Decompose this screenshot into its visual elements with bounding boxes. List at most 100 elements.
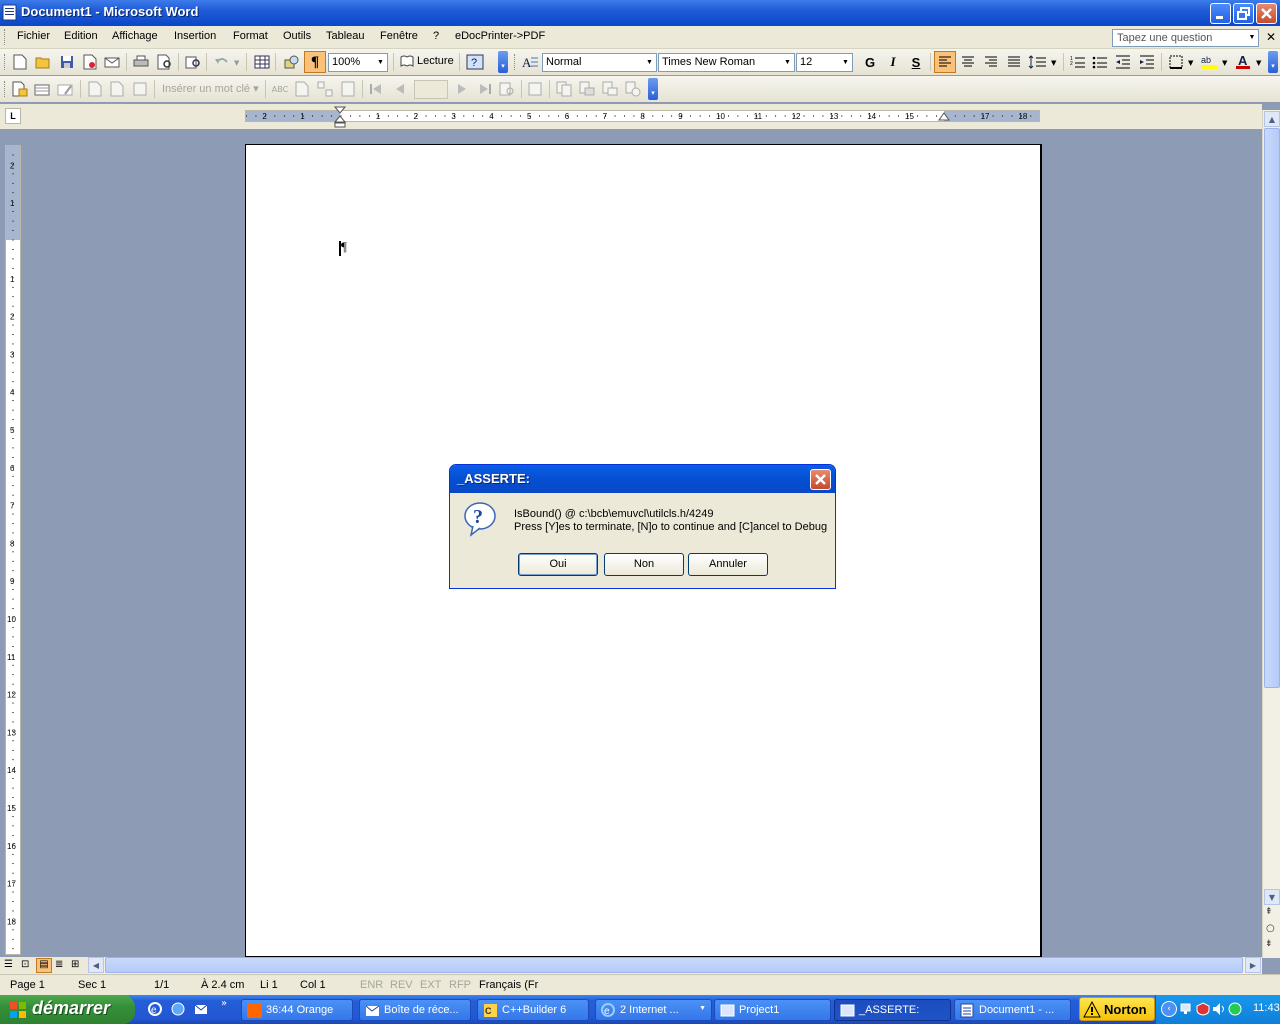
security-icon[interactable] (1196, 1002, 1210, 1016)
highlight-icon[interactable]: ab (1199, 52, 1219, 72)
network-icon[interactable] (1180, 1002, 1194, 1016)
underline-button[interactable]: S (906, 52, 926, 72)
previous-page-icon[interactable]: ⇞ (1265, 907, 1273, 917)
menu-insertion[interactable]: Insertion (174, 30, 216, 42)
reading-layout-button[interactable]: Lecture (400, 55, 454, 67)
style-dropdown-icon[interactable]: ▼ (643, 54, 656, 71)
dialog-title-bar[interactable]: _ASSERTE: (450, 465, 835, 493)
numbering-icon[interactable]: 12 (1068, 52, 1088, 72)
task-project1[interactable]: Project1 (714, 999, 831, 1021)
undo-icon[interactable] (212, 52, 232, 72)
scroll-left-icon[interactable]: ◀ (88, 957, 104, 973)
start-button[interactable]: démarrer (0, 995, 135, 1024)
borders-dropdown-icon[interactable]: ▼ (1188, 59, 1193, 67)
justify-icon[interactable] (1004, 52, 1024, 72)
menu-grip[interactable] (4, 29, 7, 45)
line-spacing-dropdown-icon[interactable]: ▼ (1051, 59, 1056, 67)
scroll-right-icon[interactable]: ▶ (1245, 957, 1261, 973)
propagate-labels-icon[interactable] (315, 79, 335, 99)
task-internet[interactable]: e 2 Internet ... ▼ (595, 999, 712, 1021)
menu-help[interactable]: ? (433, 30, 439, 42)
styles-pane-icon[interactable]: A (520, 52, 540, 72)
toolbar-grip[interactable] (4, 81, 7, 97)
reading-view-icon[interactable]: ⊞ (71, 959, 79, 970)
highlight-fields-icon[interactable]: ABC (270, 79, 290, 99)
research-icon[interactable] (183, 52, 203, 72)
permission-icon[interactable] (80, 52, 100, 72)
horizontal-ruler[interactable]: 2 1 1 2 3 4 5 6 7 8 9 10 11 12 13 14 15 17 18 (245, 110, 1040, 122)
toolbar-options-icon[interactable]: ▾ (648, 78, 658, 100)
borders-icon[interactable] (1166, 52, 1186, 72)
font-size-combo[interactable]: 12 ▼ (796, 53, 853, 72)
outline-view-icon[interactable]: ≣ (55, 959, 63, 970)
decrease-indent-icon[interactable] (1113, 52, 1133, 72)
tray-expand-icon[interactable]: ‹ (1161, 1001, 1177, 1017)
save-icon[interactable] (57, 52, 77, 72)
scroll-down-icon[interactable]: ▼ (1264, 889, 1280, 905)
merge-to-email-icon[interactable] (600, 79, 620, 99)
close-document-icon[interactable]: ✕ (1265, 30, 1277, 44)
non-button[interactable]: Non (604, 553, 684, 576)
undo-dropdown-icon[interactable]: ▼ (234, 59, 239, 67)
zoom-combo[interactable]: 100% ▼ (328, 53, 388, 72)
task-document1[interactable]: Document1 - ... (954, 999, 1071, 1021)
task-asserte[interactable]: _ASSERTE: (834, 999, 951, 1021)
recipients-icon[interactable] (32, 79, 52, 99)
vertical-scroll-thumb[interactable] (1264, 128, 1280, 688)
antivirus-icon[interactable] (1228, 1002, 1242, 1016)
menu-fenetre[interactable]: Fenêtre (380, 30, 418, 42)
menu-affichage[interactable]: Affichage (112, 30, 158, 42)
task-orange[interactable]: 36:44 Orange (241, 999, 353, 1021)
bullets-icon[interactable] (1090, 52, 1110, 72)
annuler-button[interactable]: Annuler (688, 553, 768, 576)
insert-greeting-icon[interactable] (107, 79, 127, 99)
menu-tableau[interactable]: Tableau (326, 30, 365, 42)
norton-button[interactable]: Norton (1079, 997, 1155, 1021)
highlight-dropdown-icon[interactable]: ▼ (1222, 59, 1227, 67)
word-icon[interactable] (2, 4, 18, 21)
restore-button[interactable] (1233, 3, 1254, 24)
align-center-icon[interactable] (958, 52, 978, 72)
align-left-icon[interactable] (934, 51, 956, 73)
style-combo[interactable]: Normal ▼ (542, 53, 657, 72)
minimize-button[interactable] (1210, 3, 1231, 24)
align-right-icon[interactable] (981, 52, 1001, 72)
web-view-icon[interactable]: ⊡ (21, 959, 29, 970)
task-cbuilder[interactable]: C C++Builder 6 (477, 999, 589, 1021)
new-document-icon[interactable] (10, 52, 30, 72)
title-bar[interactable]: Document1 - Microsoft Word (0, 0, 1280, 26)
normal-view-icon[interactable]: ☰ (4, 959, 13, 970)
help-assistant-icon[interactable]: ? (465, 52, 485, 72)
toolbar-options-icon[interactable]: ▾ (498, 51, 508, 73)
ask-dropdown-icon[interactable]: ▼ (1247, 31, 1257, 45)
quicklaunch-more-icon[interactable]: » (221, 998, 227, 1009)
font-color-dropdown-icon[interactable]: ▼ (1256, 59, 1261, 67)
clock[interactable]: 11:43 (1253, 1002, 1280, 1014)
quicklaunch-ie-icon[interactable]: e (147, 1001, 163, 1017)
merge-to-printer-icon[interactable] (577, 79, 597, 99)
font-dropdown-icon[interactable]: ▼ (781, 54, 794, 71)
horizontal-scroll-thumb[interactable] (105, 957, 1243, 973)
zoom-dropdown-icon[interactable]: ▼ (374, 54, 387, 71)
quicklaunch-outlook-icon[interactable] (193, 1001, 209, 1017)
oui-button[interactable]: Oui (518, 553, 598, 576)
toolbar-grip[interactable] (514, 54, 517, 70)
italic-button[interactable]: I (883, 52, 903, 72)
insert-block-icon[interactable] (130, 79, 150, 99)
menu-edocprinter[interactable]: eDocPrinter->PDF (455, 30, 545, 42)
close-button[interactable] (1256, 3, 1277, 24)
insert-field-dropdown[interactable]: Insérer un mot clé ▾ (162, 82, 259, 95)
print-layout-view-icon[interactable]: ▤ (36, 958, 52, 973)
right-indent-marker[interactable] (938, 112, 950, 122)
vertical-ruler[interactable]: 2 1 1 2 3 4 5 6 7 8 9 10 11 12 13 14 15 16 17 18 (5, 145, 21, 955)
ask-question-field[interactable]: Tapez une question ▼ (1112, 29, 1259, 47)
bold-button[interactable]: G (860, 52, 880, 72)
open-folder-icon[interactable] (33, 52, 53, 72)
status-record[interactable]: ENR (360, 979, 383, 991)
browse-object-icon[interactable]: ○ (1266, 923, 1275, 934)
quicklaunch-browser-icon[interactable] (170, 1001, 186, 1017)
font-color-icon[interactable]: A (1233, 52, 1253, 72)
toolbar-grip[interactable] (4, 54, 7, 70)
next-record-icon[interactable] (452, 79, 472, 99)
view-merged-data-icon[interactable] (338, 79, 358, 99)
